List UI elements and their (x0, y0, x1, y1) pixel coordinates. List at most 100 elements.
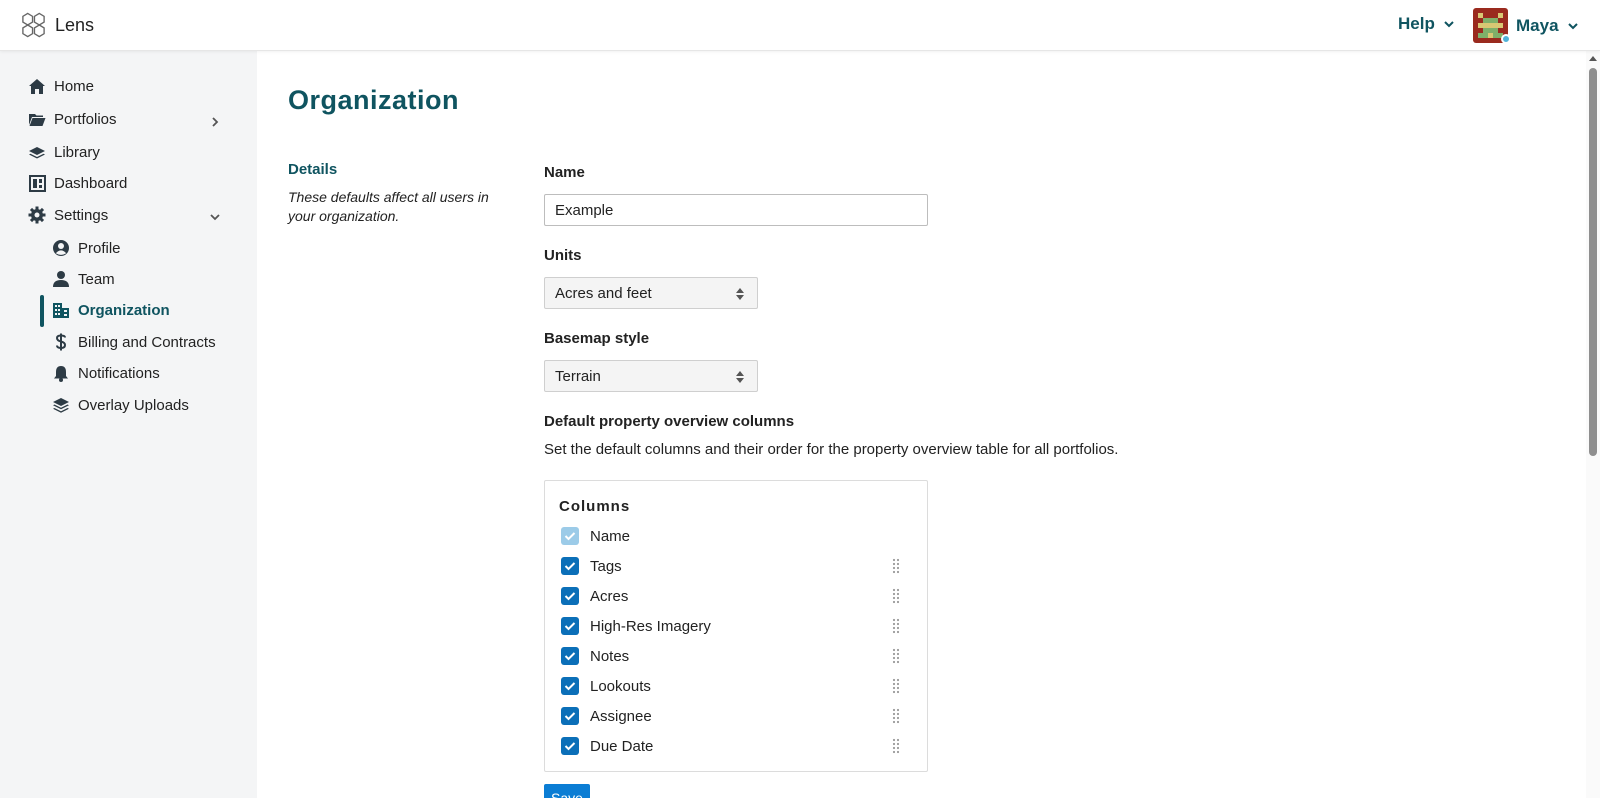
sidebar-item-label: Notifications (78, 364, 160, 382)
column-label: Notes (590, 647, 630, 665)
scroll-thumb[interactable] (1589, 68, 1597, 456)
sidebar-item-profile[interactable]: Profile (52, 239, 121, 257)
drag-handle-icon[interactable] (891, 648, 901, 664)
sidebar-item-organization[interactable]: Organization (52, 301, 170, 319)
units-select-value: Acres and feet (555, 284, 652, 302)
column-checkbox[interactable] (561, 647, 579, 665)
home-icon (28, 77, 46, 95)
column-checkbox[interactable] (561, 617, 579, 635)
column-row-name: Name (561, 525, 911, 547)
sidebar-item-label: Billing and Contracts (78, 333, 216, 351)
column-label: High-Res Imagery (590, 617, 711, 635)
brand[interactable]: Lens (20, 12, 94, 38)
column-checkbox (561, 527, 579, 545)
sidebar-item-label: Organization (78, 301, 170, 319)
sidebar-item-portfolios[interactable]: Portfolios (28, 110, 117, 128)
sidebar-item-label: Dashboard (54, 174, 128, 192)
column-label: Assignee (590, 707, 652, 725)
sidebar-item-settings[interactable]: Settings (28, 206, 108, 224)
avatar (1473, 8, 1511, 44)
sidebar-item-billing[interactable]: Billing and Contracts (52, 333, 216, 351)
building-icon (52, 301, 70, 319)
sidebar-item-notifications[interactable]: Notifications (52, 364, 160, 382)
columns-title: Columns (559, 498, 631, 515)
app-name: Lens (55, 14, 95, 35)
sidebar-item-label: Library (54, 143, 100, 161)
dollar-icon (52, 333, 70, 351)
sidebar: Home Portfolios Library Dashboard Settin… (0, 51, 257, 798)
name-input[interactable] (544, 194, 928, 226)
main-content: Organization Details These defaults affe… (257, 51, 1580, 798)
chevron-down-icon (1444, 21, 1454, 28)
sidebar-item-label: Home (54, 77, 95, 95)
chevron-down-icon[interactable] (209, 211, 221, 223)
column-label: Due Date (590, 737, 654, 755)
scrollbar[interactable] (1586, 51, 1600, 798)
user-menu[interactable]: Maya (1473, 8, 1579, 44)
status-indicator (1501, 34, 1511, 44)
section-description: These defaults affect all users in your … (288, 189, 489, 224)
drag-handle-icon[interactable] (891, 618, 901, 634)
bell-icon (52, 364, 70, 382)
sidebar-item-overlay-uploads[interactable]: Overlay Uploads (52, 396, 189, 414)
logo-icon (22, 12, 45, 38)
column-label: Tags (590, 557, 622, 575)
check-icon (564, 712, 576, 721)
column-checkbox[interactable] (561, 587, 579, 605)
scroll-up-arrow-icon[interactable] (1589, 56, 1597, 61)
check-icon (564, 742, 576, 751)
column-row-tags[interactable]: Tags (561, 555, 911, 577)
user-icon (52, 270, 70, 288)
column-checkbox[interactable] (561, 707, 579, 725)
chevron-right-icon[interactable] (209, 116, 221, 128)
drag-handle-icon[interactable] (891, 588, 901, 604)
sort-updown-icon (736, 288, 744, 300)
folder-icon (28, 110, 46, 128)
gear-icon (28, 206, 46, 224)
column-checkbox[interactable] (561, 737, 579, 755)
sidebar-item-home[interactable]: Home (28, 77, 94, 95)
columns-panel: Columns Name Tags Acres High-Res Imagery… (544, 480, 928, 772)
drag-handle-icon[interactable] (891, 678, 901, 694)
layers-icon (28, 143, 46, 161)
check-icon (564, 622, 576, 631)
column-row-assignee[interactable]: Assignee (561, 705, 911, 727)
column-label: Lookouts (590, 677, 651, 695)
help-menu[interactable]: Help (1398, 14, 1455, 34)
check-icon (564, 682, 576, 691)
sidebar-item-dashboard[interactable]: Dashboard (28, 174, 127, 192)
layers-upload-icon (52, 396, 70, 414)
active-indicator (40, 295, 44, 327)
column-row-acres[interactable]: Acres (561, 585, 911, 607)
units-select[interactable]: Acres and feet (544, 277, 758, 309)
save-button[interactable]: Save (544, 784, 590, 798)
user-name: Maya (1516, 15, 1559, 35)
drag-handle-icon[interactable] (891, 558, 901, 574)
column-checkbox[interactable] (561, 677, 579, 695)
check-icon (564, 652, 576, 661)
column-row-lookouts[interactable]: Lookouts (561, 675, 911, 697)
basemap-label: Basemap style (544, 330, 650, 347)
column-checkbox[interactable] (561, 557, 579, 575)
column-row-notes[interactable]: Notes (561, 645, 911, 667)
units-label: Units (544, 247, 582, 264)
page-title: Organization (288, 85, 460, 115)
column-row-high-res-imagery[interactable]: High-Res Imagery (561, 615, 911, 637)
drag-handle-icon[interactable] (891, 708, 901, 724)
help-label: Help (1398, 14, 1435, 33)
sidebar-item-label: Team (78, 270, 115, 288)
columns-section-label: Default property overview columns (544, 413, 795, 430)
chevron-down-icon (1567, 22, 1578, 29)
sidebar-item-label: Overlay Uploads (78, 396, 189, 414)
column-label: Name (590, 527, 631, 545)
sidebar-item-team[interactable]: Team (52, 270, 115, 288)
sidebar-item-library[interactable]: Library (28, 143, 100, 161)
user-circle-icon (52, 239, 70, 257)
column-row-due-date[interactable]: Due Date (561, 735, 911, 757)
section-title: Details (288, 161, 338, 178)
sort-updown-icon (736, 371, 744, 383)
drag-handle-icon[interactable] (891, 738, 901, 754)
basemap-select[interactable]: Terrain (544, 360, 758, 392)
basemap-select-value: Terrain (555, 367, 601, 385)
name-label: Name (544, 164, 585, 181)
